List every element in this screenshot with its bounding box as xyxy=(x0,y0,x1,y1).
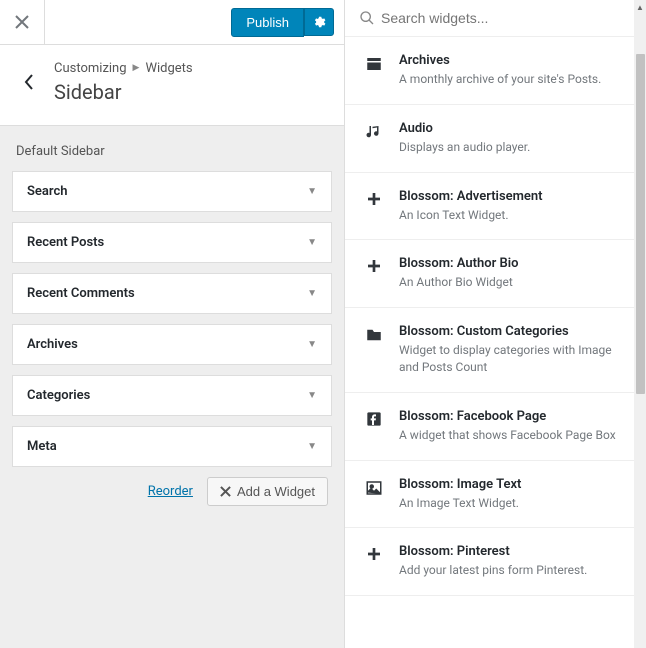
available-widget-item[interactable]: Archives A monthly archive of your site's… xyxy=(345,37,646,105)
scrollbar-track[interactable]: ▲ xyxy=(634,0,646,648)
chevron-left-icon xyxy=(22,74,36,90)
widget-label: Recent Comments xyxy=(27,286,135,301)
widget-item[interactable]: Recent Posts ▼ xyxy=(12,222,332,263)
publish-settings-button[interactable] xyxy=(304,8,334,36)
available-widget-title: Audio xyxy=(399,121,632,136)
plus-icon xyxy=(363,256,385,291)
available-widget-item[interactable]: Blossom: Pinterest Add your latest pins f… xyxy=(345,528,646,596)
widget-label: Search xyxy=(27,184,68,199)
available-widget-item[interactable]: Blossom: Custom Categories Widget to disp… xyxy=(345,308,646,393)
page-title: Sidebar xyxy=(54,80,332,104)
widget-label: Categories xyxy=(27,388,90,403)
available-widget-desc: Displays an audio player. xyxy=(399,139,632,156)
gear-icon xyxy=(312,15,326,29)
available-widget-item[interactable]: Blossom: Author Bio An Author Bio Widget xyxy=(345,240,646,308)
chevron-down-icon: ▼ xyxy=(307,441,317,452)
available-widget-title: Blossom: Advertisement xyxy=(399,189,632,204)
widget-item[interactable]: Search ▼ xyxy=(12,171,332,212)
add-widget-button[interactable]: Add a Widget xyxy=(207,477,328,506)
topbar: Publish xyxy=(0,0,344,45)
reorder-link[interactable]: Reorder xyxy=(148,484,193,499)
back-button[interactable] xyxy=(12,57,46,107)
available-widget-desc: An Image Text Widget. xyxy=(399,495,632,512)
widget-item[interactable]: Recent Comments ▼ xyxy=(12,273,332,314)
facebook-icon xyxy=(363,409,385,444)
chevron-right-icon: ▶ xyxy=(133,63,140,73)
available-widget-title: Blossom: Image Text xyxy=(399,477,632,492)
add-widget-label: Add a Widget xyxy=(237,484,315,499)
available-widget-desc: A monthly archive of your site's Posts. xyxy=(399,71,632,88)
available-widget-desc: A widget that shows Facebook Page Box xyxy=(399,427,632,444)
customizer-panel: Publish Customizing ▶ Widgets Sidebar De… xyxy=(0,0,345,648)
audio-icon xyxy=(363,121,385,156)
close-button[interactable] xyxy=(0,0,45,45)
available-widget-desc: An Icon Text Widget. xyxy=(399,207,632,224)
available-widget-item[interactable]: Audio Displays an audio player. xyxy=(345,105,646,173)
available-widget-desc: An Author Bio Widget xyxy=(399,274,632,291)
panel-header: Customizing ▶ Widgets Sidebar xyxy=(0,45,344,126)
chevron-down-icon: ▼ xyxy=(307,237,317,248)
search-icon xyxy=(359,10,375,26)
chevron-down-icon: ▼ xyxy=(307,339,317,350)
chevron-down-icon: ▼ xyxy=(307,390,317,401)
breadcrumb: Customizing ▶ Widgets xyxy=(54,61,332,76)
archive-icon xyxy=(363,53,385,88)
available-widgets-panel: Archives A monthly archive of your site's… xyxy=(345,0,646,648)
widget-label: Meta xyxy=(27,439,57,454)
publish-button[interactable]: Publish xyxy=(231,8,304,37)
search-wrap xyxy=(345,0,646,37)
breadcrumb-root: Customizing xyxy=(54,61,127,76)
scrollbar-thumb[interactable] xyxy=(636,54,645,394)
available-widget-title: Blossom: Custom Categories xyxy=(399,324,632,339)
breadcrumb-leaf: Widgets xyxy=(145,61,192,76)
image-icon xyxy=(363,477,385,512)
plus-icon xyxy=(363,544,385,579)
widget-item[interactable]: Archives ▼ xyxy=(12,324,332,365)
available-widget-item[interactable]: Blossom: Facebook Page A widget that show… xyxy=(345,393,646,461)
widget-item[interactable]: Meta ▼ xyxy=(12,426,332,467)
close-icon xyxy=(15,15,29,29)
available-widget-item[interactable]: Blossom: Image Text An Image Text Widget. xyxy=(345,461,646,529)
available-widget-desc: Widget to display categories with Image … xyxy=(399,342,632,376)
available-widget-title: Blossom: Pinterest xyxy=(399,544,632,559)
plus-icon xyxy=(363,189,385,224)
widget-label: Recent Posts xyxy=(27,235,104,250)
scroll-up-icon[interactable]: ▲ xyxy=(634,0,646,14)
available-widget-title: Blossom: Author Bio xyxy=(399,256,632,271)
widget-label: Archives xyxy=(27,337,78,352)
available-widget-title: Archives xyxy=(399,53,632,68)
chevron-down-icon: ▼ xyxy=(307,288,317,299)
search-input[interactable] xyxy=(381,10,632,26)
available-widget-desc: Add your latest pins form Pinterest. xyxy=(399,562,632,579)
available-widget-item[interactable]: Blossom: Advertisement An Icon Text Widge… xyxy=(345,173,646,241)
chevron-down-icon: ▼ xyxy=(307,186,317,197)
folder-icon xyxy=(363,324,385,376)
section-subtitle: Default Sidebar xyxy=(16,144,332,159)
widget-item[interactable]: Categories ▼ xyxy=(12,375,332,416)
plus-icon xyxy=(220,486,231,497)
available-widget-title: Blossom: Facebook Page xyxy=(399,409,632,424)
